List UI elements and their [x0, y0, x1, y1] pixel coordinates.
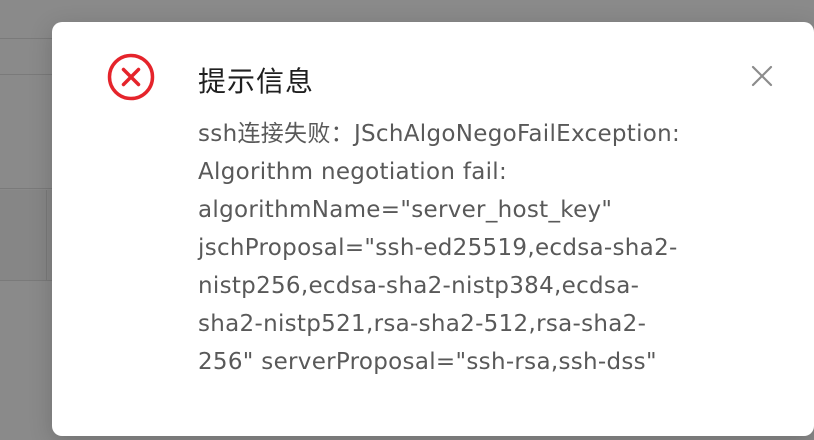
error-circle-icon [107, 53, 155, 101]
close-icon [751, 65, 773, 87]
message-line: 256" serverProposal="ssh-rsa,ssh-dss" [198, 349, 657, 375]
message-line: Algorithm negotiation fail: [198, 159, 508, 185]
background-divider [0, 280, 52, 281]
error-dialog: 提示信息 ssh连接失败：JSchAlgoNegoFailException: … [52, 22, 814, 436]
background-table-cell [0, 190, 52, 280]
message-line: algorithmName="server_host_key" [198, 197, 613, 223]
background-divider [0, 38, 52, 39]
background-divider [0, 188, 52, 189]
message-line: sha2-nistp521,rsa-sha2-512,rsa-sha2- [198, 311, 647, 337]
dialog-title: 提示信息 [198, 65, 315, 98]
message-line: nistp256,ecdsa-sha2-nistp384,ecdsa- [198, 273, 640, 299]
close-button[interactable] [748, 62, 776, 90]
background-divider [46, 190, 47, 280]
background-divider [0, 74, 52, 75]
message-line: jschProposal="ssh-ed25519,ecdsa-sha2- [198, 235, 678, 261]
dialog-message: ssh连接失败：JSchAlgoNegoFailException: Algor… [198, 115, 768, 381]
message-line: ssh连接失败：JSchAlgoNegoFailException: [198, 121, 681, 147]
